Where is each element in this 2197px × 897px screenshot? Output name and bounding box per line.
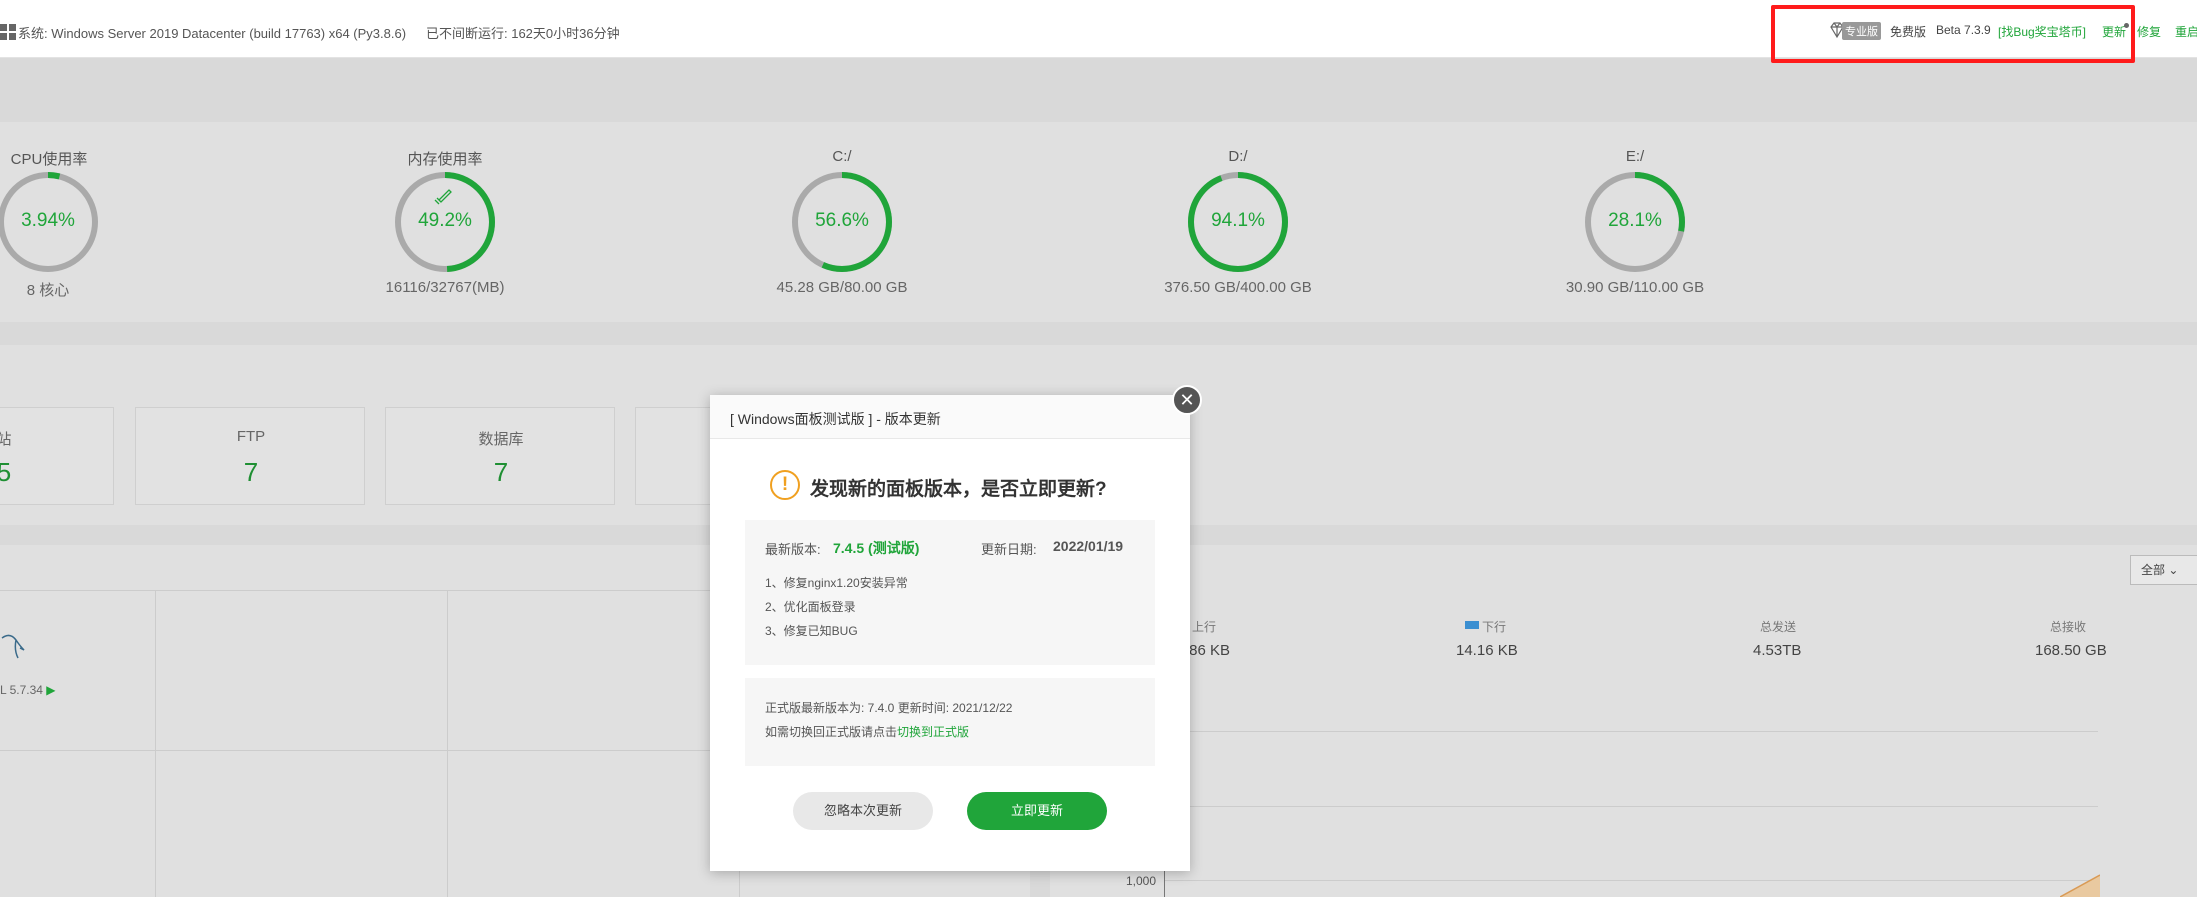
dialog-headline: 发现新的面板版本，是否立即更新? (810, 479, 1107, 500)
update-dialog: [ Windows面板测试版 ] - 版本更新 ! 发现新的面板版本，是否立即更… (710, 395, 1190, 871)
stable-info-box: 正式版最新版本为: 7.4.0 更新时间: 2021/12/22 如需切换回正式… (745, 678, 1155, 766)
release-note: 1、修复nginx1.20安装异常 (765, 576, 908, 590)
close-icon[interactable]: ✕ (1172, 385, 1202, 415)
release-note: 3、修复已知BUG (765, 624, 858, 638)
stable-version-text: 正式版最新版本为: 7.4.0 更新时间: 2021/12/22 (765, 701, 1013, 715)
update-date-label: 更新日期: (981, 542, 1037, 557)
switch-to-stable-link[interactable]: 切换到正式版 (897, 725, 969, 739)
warning-icon: ! (770, 470, 800, 500)
dialog-title: [ Windows面板测试版 ] - 版本更新 (730, 411, 941, 427)
switch-text: 如需切换回正式版请点击切换到正式版 (765, 725, 970, 739)
update-now-button[interactable]: 立即更新 (967, 792, 1107, 830)
update-date-value: 2022/01/19 (1053, 538, 1124, 554)
latest-version-label: 最新版本: (765, 542, 821, 557)
ignore-update-button[interactable]: 忽略本次更新 (793, 792, 933, 830)
release-info-box: 最新版本: 7.4.5 (测试版) 更新日期: 2022/01/19 1、修复n… (745, 520, 1155, 665)
release-note: 2、优化面板登录 (765, 600, 856, 614)
latest-version-value: 7.4.5 (测试版) (833, 540, 920, 556)
dialog-header: [ Windows面板测试版 ] - 版本更新 (710, 395, 1190, 439)
